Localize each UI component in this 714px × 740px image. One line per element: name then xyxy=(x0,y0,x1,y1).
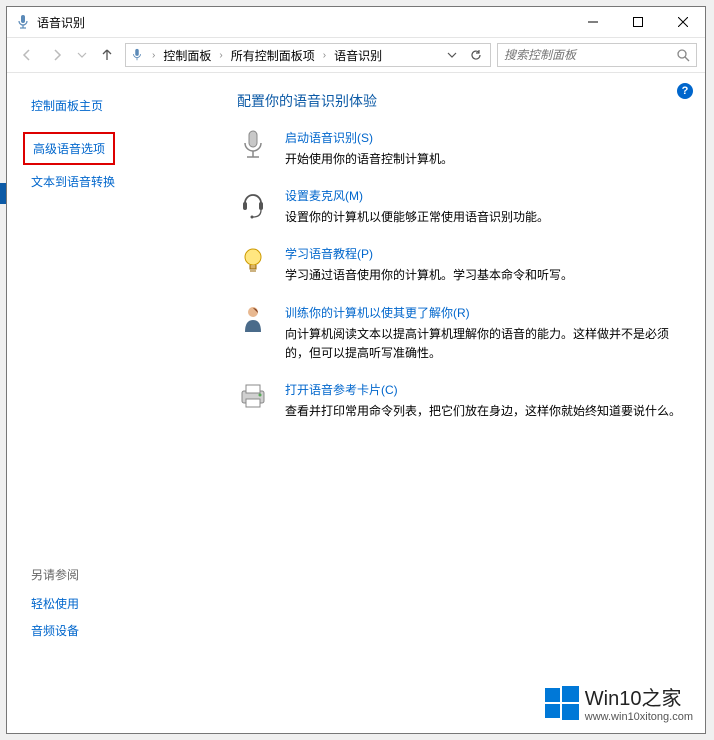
breadcrumb-item[interactable]: 语音识别 xyxy=(334,47,382,64)
reference-card-link[interactable]: 打开语音参考卡片(C) xyxy=(285,381,685,398)
help-icon[interactable]: ? xyxy=(677,83,693,99)
navbar: › 控制面板 › 所有控制面板项 › 语音识别 xyxy=(7,37,705,73)
watermark-url: www.win10xitong.com xyxy=(585,711,693,723)
task-item: 打开语音参考卡片(C) 查看并打印常用命令列表，把它们放在身边，这样你就始终知道… xyxy=(237,381,685,421)
microphone-icon xyxy=(237,129,269,161)
breadcrumb-item[interactable]: 控制面板 xyxy=(163,47,211,64)
recent-dropdown[interactable] xyxy=(75,43,89,67)
windows-logo-icon xyxy=(545,686,579,720)
search-icon[interactable] xyxy=(676,48,690,62)
forward-button[interactable] xyxy=(45,43,69,67)
window-title: 语音识别 xyxy=(37,14,570,31)
maximize-button[interactable] xyxy=(615,7,660,37)
train-link[interactable]: 训练你的计算机以使其更了解你(R) xyxy=(285,304,685,321)
see-also-ease[interactable]: 轻松使用 xyxy=(23,591,201,616)
close-button[interactable] xyxy=(660,7,705,37)
address-dropdown[interactable] xyxy=(442,50,462,60)
start-speech-link[interactable]: 启动语音识别(S) xyxy=(285,129,685,146)
task-item: 训练你的计算机以使其更了解你(R) 向计算机阅读文本以提高计算机理解你的语音的能… xyxy=(237,304,685,363)
printer-icon xyxy=(237,381,269,413)
task-desc: 开始使用你的语音控制计算机。 xyxy=(285,150,685,169)
microphone-icon xyxy=(130,48,144,62)
sidebar-advanced-speech[interactable]: 高级语音选项 xyxy=(23,132,115,165)
task-desc: 向计算机阅读文本以提高计算机理解你的语音的能力。这样做并不是必须的，但可以提高听… xyxy=(285,325,685,363)
body: ? 控制面板主页 高级语音选项 文本到语音转换 另请参阅 轻松使用 音频设备 配… xyxy=(7,73,705,733)
minimize-button[interactable] xyxy=(570,7,615,37)
window: 语音识别 xyxy=(6,6,706,734)
back-button[interactable] xyxy=(15,43,39,67)
task-desc: 设置你的计算机以便能够正常使用语音识别功能。 xyxy=(285,208,685,227)
chevron-right-icon[interactable]: › xyxy=(148,50,159,61)
watermark: Win10之家 www.win10xitong.com xyxy=(545,682,693,723)
task-item: 学习语音教程(P) 学习通过语音使用你的计算机。学习基本命令和听写。 xyxy=(237,245,685,285)
chevron-right-icon[interactable]: › xyxy=(319,50,330,61)
tutorial-link[interactable]: 学习语音教程(P) xyxy=(285,245,685,262)
titlebar: 语音识别 xyxy=(7,7,705,37)
sidebar-text-to-speech[interactable]: 文本到语音转换 xyxy=(23,169,201,194)
sidebar: 控制面板主页 高级语音选项 文本到语音转换 另请参阅 轻松使用 音频设备 xyxy=(7,73,217,733)
see-also-audio[interactable]: 音频设备 xyxy=(23,618,201,643)
breadcrumb-item[interactable]: 所有控制面板项 xyxy=(231,47,315,64)
search-box[interactable] xyxy=(497,43,697,67)
main-content: 配置你的语音识别体验 启动语音识别(S) 开始使用你的语音控制计算机。 xyxy=(217,73,705,733)
task-item: 设置麦克风(M) 设置你的计算机以便能够正常使用语音识别功能。 xyxy=(237,187,685,227)
task-desc: 查看并打印常用命令列表，把它们放在身边，这样你就始终知道要说什么。 xyxy=(285,402,685,421)
see-also-label: 另请参阅 xyxy=(23,562,201,587)
person-icon xyxy=(237,304,269,336)
task-item: 启动语音识别(S) 开始使用你的语音控制计算机。 xyxy=(237,129,685,169)
task-desc: 学习通过语音使用你的计算机。学习基本命令和听写。 xyxy=(285,266,685,285)
watermark-title: Win10之家 xyxy=(585,682,693,711)
address-bar[interactable]: › 控制面板 › 所有控制面板项 › 语音识别 xyxy=(125,43,491,67)
chevron-right-icon[interactable]: › xyxy=(215,50,226,61)
microphone-icon xyxy=(15,14,31,30)
refresh-button[interactable] xyxy=(466,49,486,61)
sidebar-home[interactable]: 控制面板主页 xyxy=(23,93,201,118)
headset-icon xyxy=(237,187,269,219)
lightbulb-icon xyxy=(237,245,269,277)
setup-mic-link[interactable]: 设置麦克风(M) xyxy=(285,187,685,204)
page-heading: 配置你的语音识别体验 xyxy=(237,91,685,111)
up-button[interactable] xyxy=(95,43,119,67)
window-controls xyxy=(570,7,705,37)
search-input[interactable] xyxy=(504,48,676,62)
